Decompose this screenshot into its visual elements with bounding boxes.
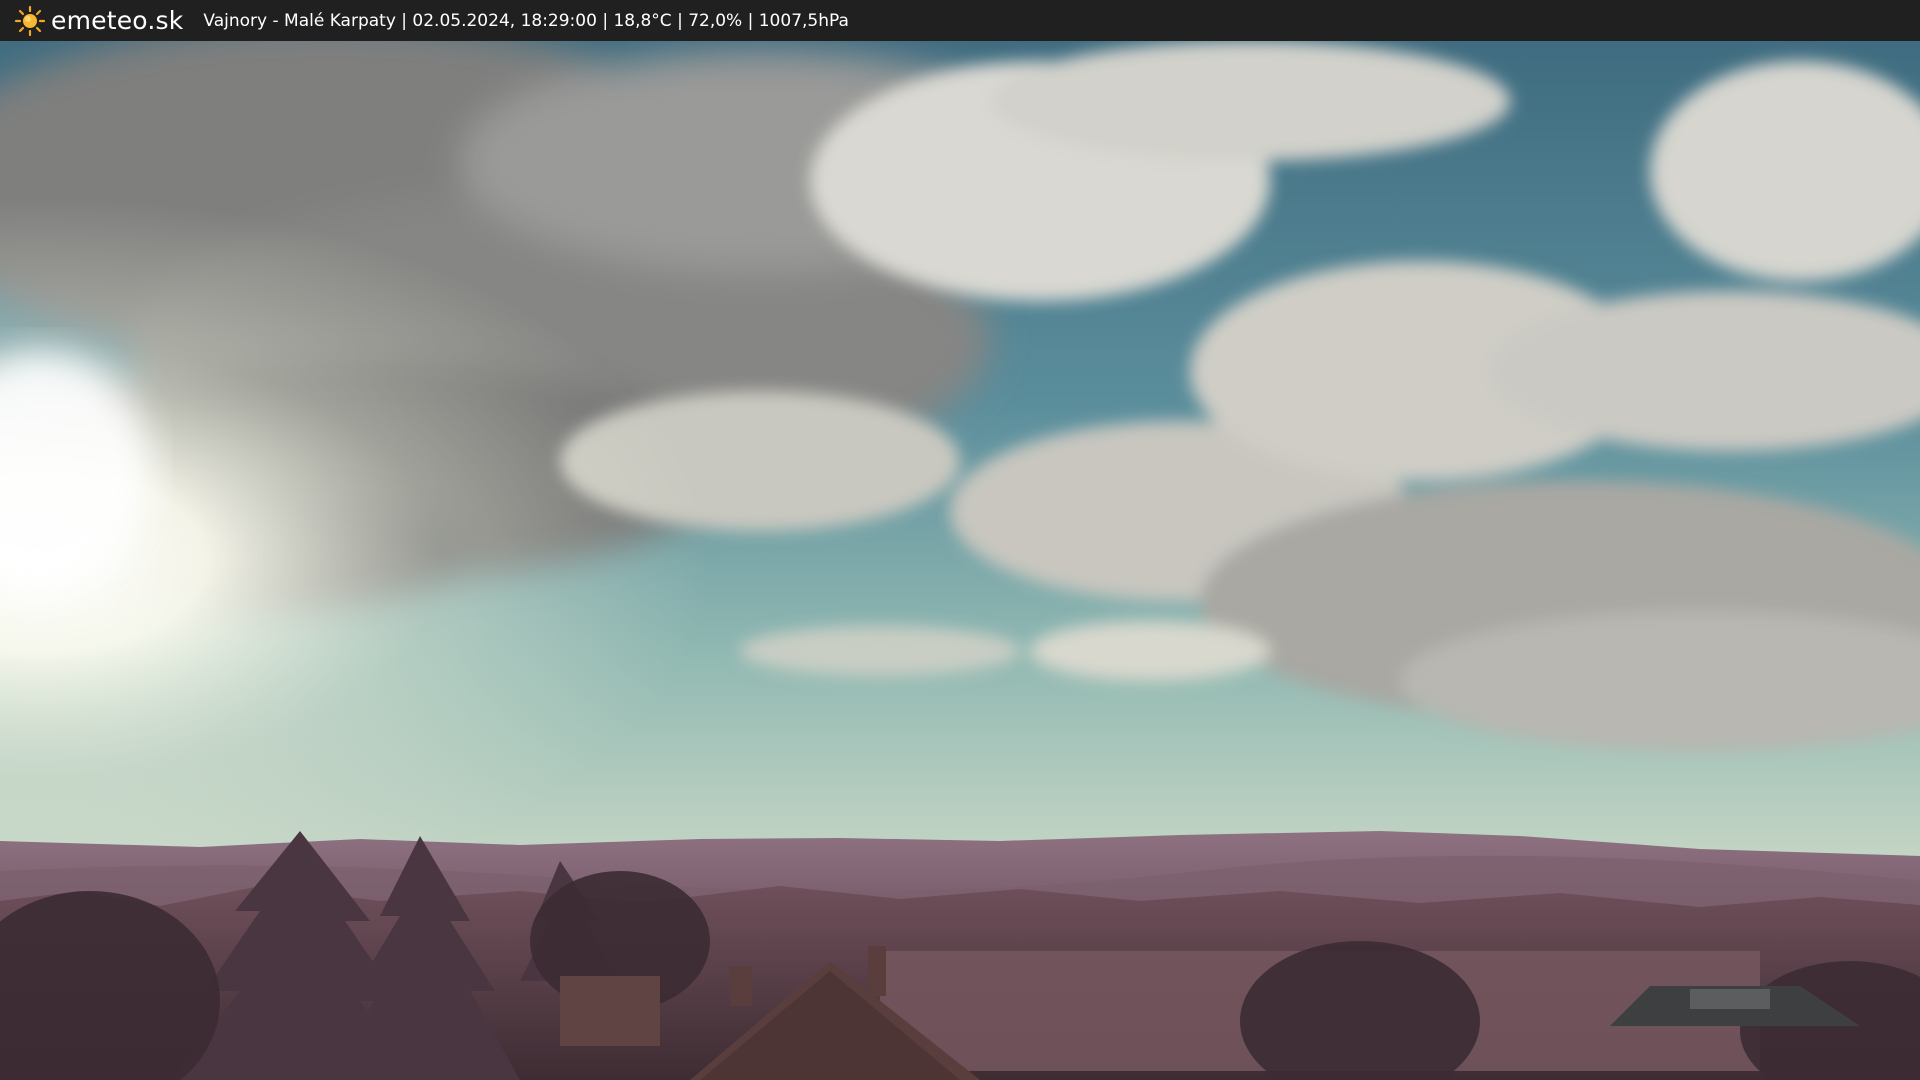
station-caption: Vajnory - Malé Karpaty | 02.05.2024, 18:… [203,10,849,31]
landscape-scene [0,41,1920,1080]
sun-icon [14,5,46,36]
site-name: emeteo.sk [51,6,184,35]
webcam-frame: emeteo.sk Vajnory - Malé Karpaty | 02.05… [0,0,1920,1080]
site-logo[interactable]: emeteo.sk [14,5,183,37]
header-bar: emeteo.sk Vajnory - Malé Karpaty | 02.05… [0,0,1920,41]
webcam-image [0,41,1920,1080]
